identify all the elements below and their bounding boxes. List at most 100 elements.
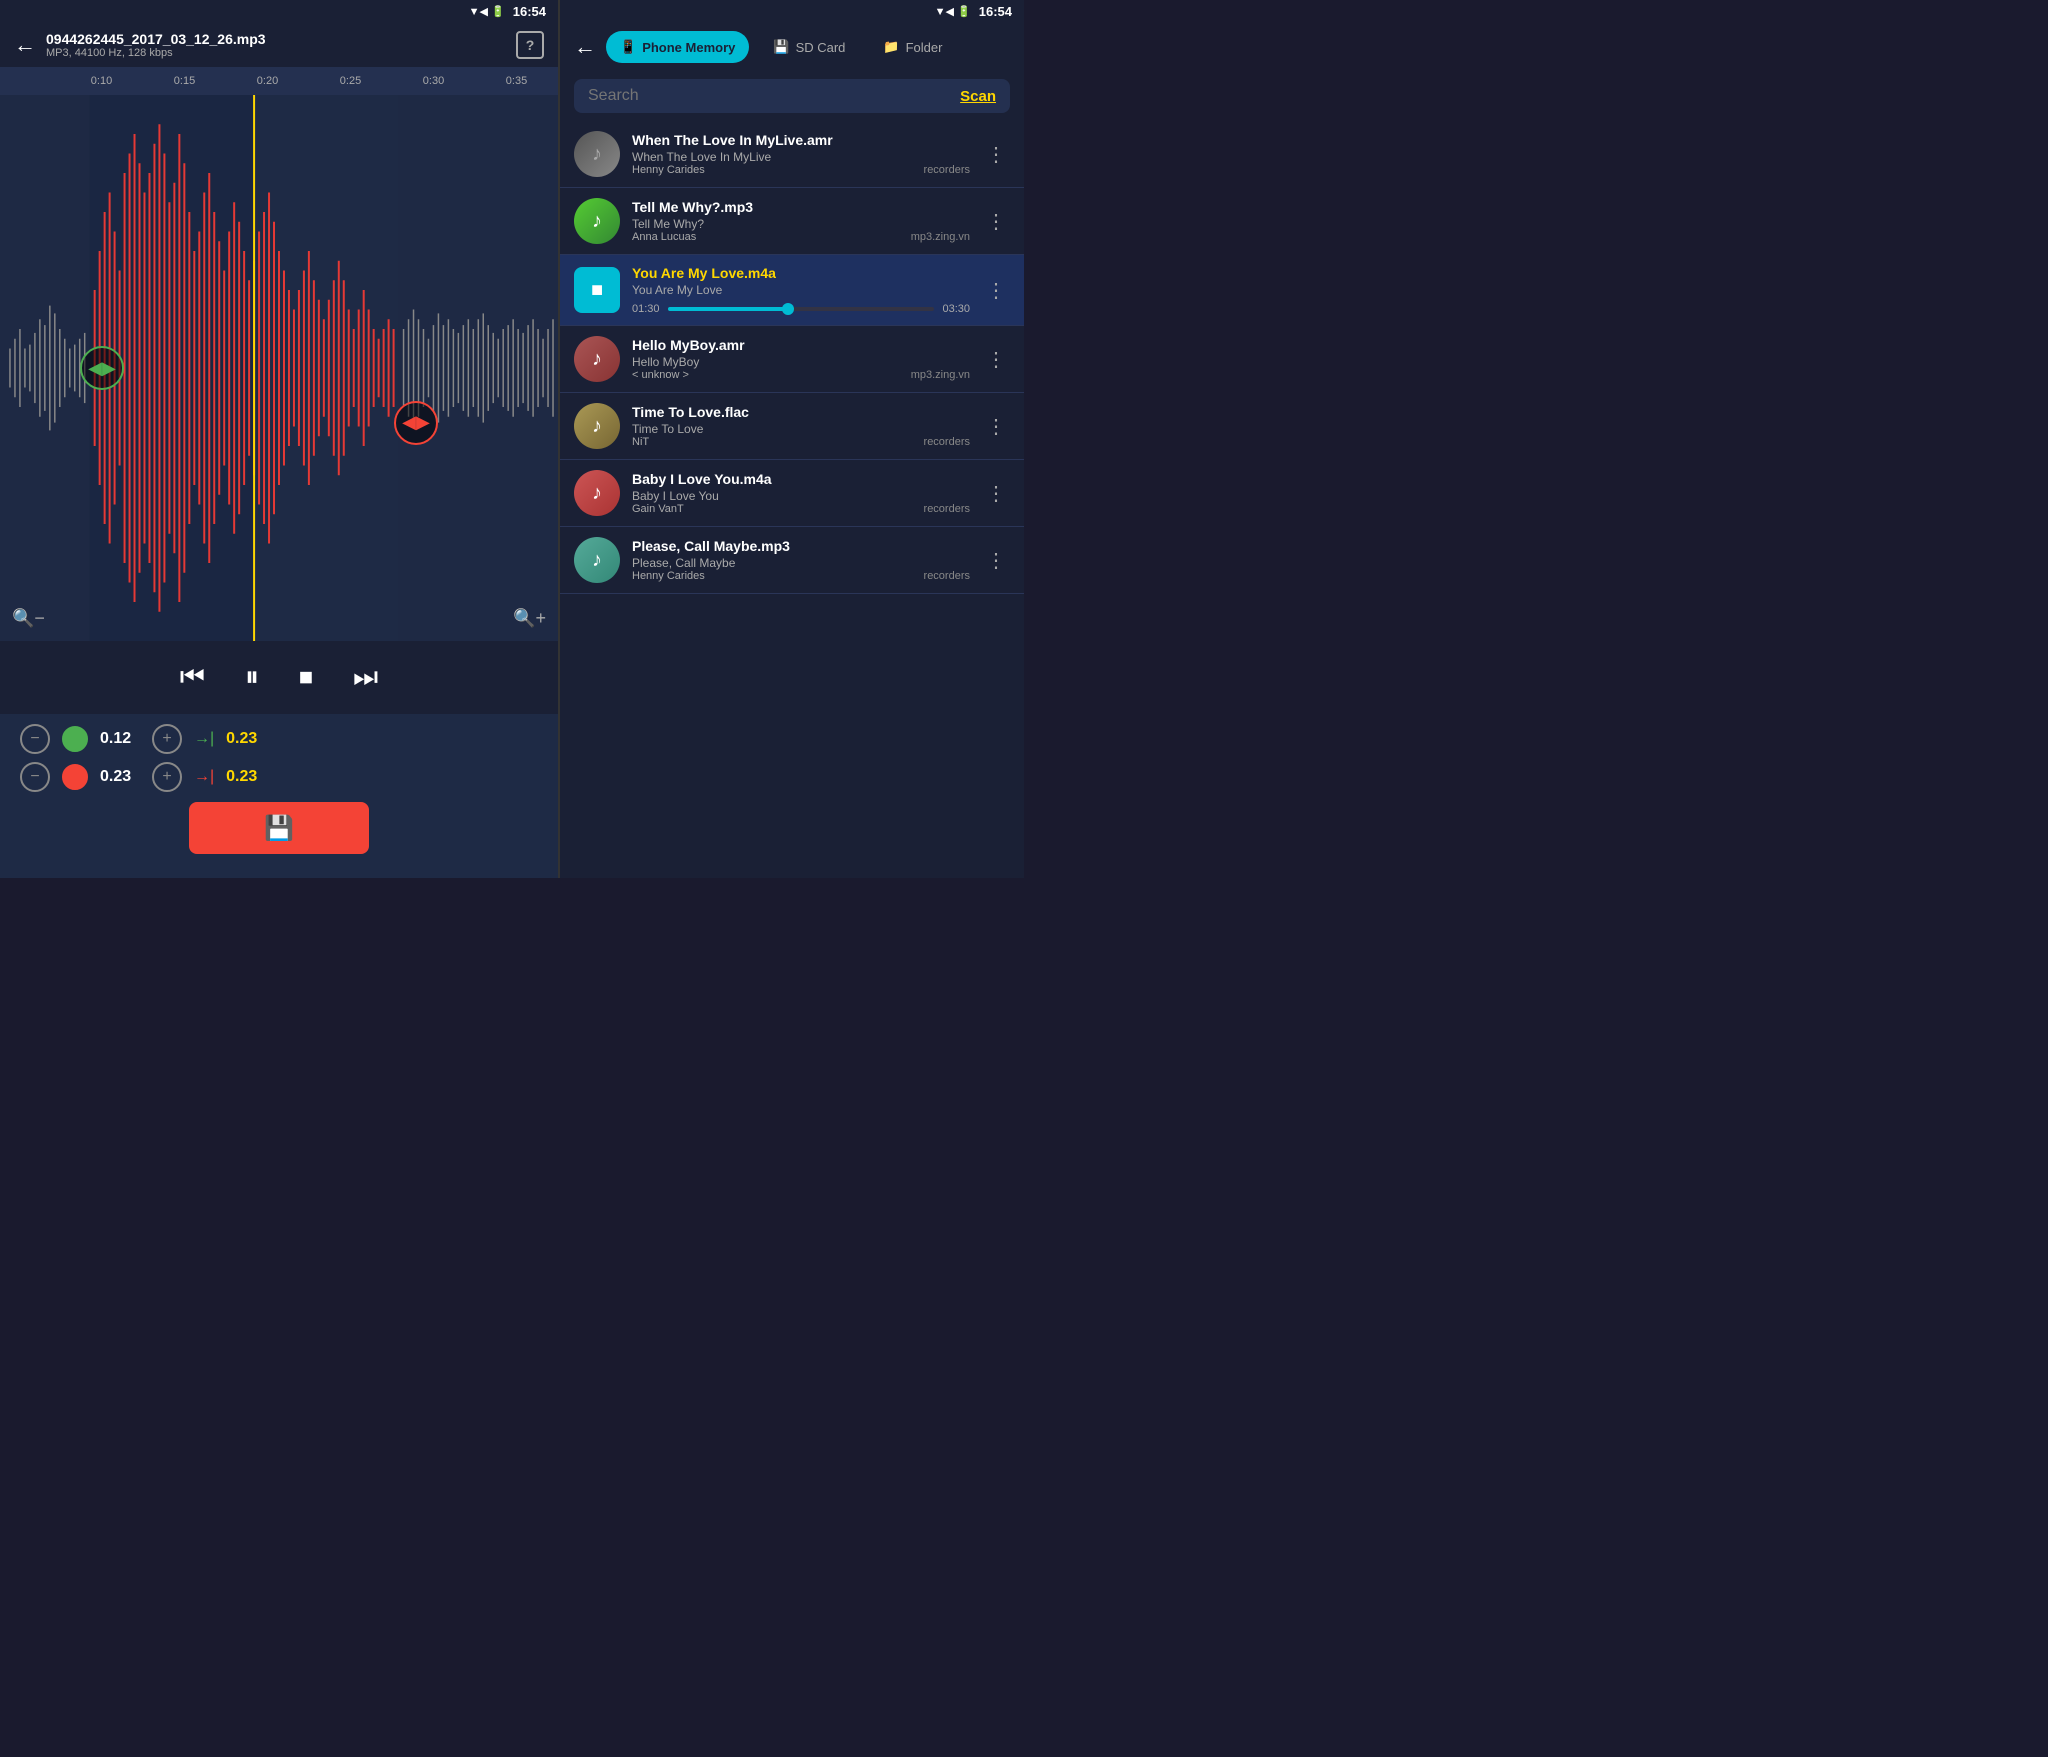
right-handle-icon: ◀▶	[402, 412, 430, 433]
more-button-1[interactable]: ⋮	[982, 142, 1010, 167]
pause-button[interactable]: ⏸	[245, 661, 259, 694]
forward-button[interactable]: ⏭	[353, 661, 378, 694]
song-source-1: recorders	[924, 164, 970, 176]
song-artist-4: < unknow >	[632, 369, 689, 381]
left-trim-handle[interactable]: ◀▶	[80, 346, 124, 390]
start-trim-minus[interactable]: −	[20, 724, 50, 754]
song-meta-2: Anna Lucuas mp3.zing.vn	[632, 231, 970, 243]
song-item-2[interactable]: ♪ Tell Me Why?.mp3 Tell Me Why? Anna Luc…	[560, 188, 1024, 255]
rewind-button[interactable]: ⏮	[180, 661, 205, 694]
transport-controls: ⏮ ⏸ ⏹ ⏭	[0, 641, 558, 714]
song-info-4: Hello MyBoy.amr Hello MyBoy < unknow > m…	[632, 337, 970, 381]
phone-memory-label: Phone Memory	[642, 40, 735, 55]
song-subtitle-2: Tell Me Why?	[632, 217, 970, 231]
end-trim-row: − 0.23 + →| 0.23	[20, 762, 538, 792]
tab-sd-card[interactable]: 💾 SD Card	[759, 31, 859, 63]
song-meta-5: NiT recorders	[632, 436, 970, 448]
start-trim-target: 0.23	[226, 730, 257, 748]
song-artist-7: Henny Carides	[632, 570, 705, 582]
song-meta-7: Henny Carides recorders	[632, 570, 970, 582]
start-trim-value: 0.12	[100, 730, 140, 748]
end-trim-plus[interactable]: +	[152, 762, 182, 792]
waveform-area[interactable]: ◀▶ ◀▶ 🔍− 🔍+	[0, 95, 558, 641]
time-display-left: 16:54	[513, 4, 546, 19]
left-handle-icon: ◀▶	[88, 358, 116, 379]
ruler-2: 0:20	[226, 75, 309, 87]
edit-controls: − 0.12 + →| 0.23 − 0.23 + →| 0.23 💾	[0, 714, 558, 878]
progress-dot-3	[782, 303, 794, 315]
tab-phone-memory[interactable]: 📱 Phone Memory	[606, 31, 749, 63]
song-avatar-1: ♪	[574, 131, 620, 177]
end-trim-minus[interactable]: −	[20, 762, 50, 792]
scan-button[interactable]: Scan	[960, 88, 996, 105]
zoom-out-button[interactable]: 🔍−	[12, 608, 45, 629]
ruler-3: 0:25	[309, 75, 392, 87]
more-button-5[interactable]: ⋮	[982, 414, 1010, 439]
sd-card-label: SD Card	[796, 40, 846, 55]
end-trim-target: 0.23	[226, 768, 257, 786]
song-source-2: mp3.zing.vn	[911, 231, 970, 243]
song-item-3[interactable]: ■ You Are My Love.m4a You Are My Love 01…	[560, 255, 1024, 326]
zoom-in-button[interactable]: 🔍+	[513, 608, 546, 629]
song-item-5[interactable]: ♪ Time To Love.flac Time To Love NiT rec…	[560, 393, 1024, 460]
stop-button[interactable]: ⏹	[299, 661, 313, 694]
status-icons-right: ▼◀ 🔋	[935, 5, 971, 18]
start-trim-row: − 0.12 + →| 0.23	[20, 724, 538, 754]
song-title-6: Baby I Love You.m4a	[632, 471, 970, 487]
header-left: ← 0944262445_2017_03_12_26.mp3 MP3, 4410…	[0, 23, 558, 67]
song-meta-4: < unknow > mp3.zing.vn	[632, 369, 970, 381]
song-info-5: Time To Love.flac Time To Love NiT recor…	[632, 404, 970, 448]
song-item-6[interactable]: ♪ Baby I Love You.m4a Baby I Love You Ga…	[560, 460, 1024, 527]
song-title-playing-3: You Are My Love.m4a	[632, 265, 970, 281]
save-button[interactable]: 💾	[189, 802, 369, 854]
more-button-7[interactable]: ⋮	[982, 548, 1010, 573]
end-trim-arrow: →|	[194, 768, 214, 786]
song-item-1[interactable]: ♪ When The Love In MyLive.amr When The L…	[560, 121, 1024, 188]
file-meta: MP3, 44100 Hz, 128 kbps	[46, 47, 506, 59]
progress-fill-3	[668, 307, 788, 311]
start-trim-plus[interactable]: +	[152, 724, 182, 754]
song-avatar-5: ♪	[574, 403, 620, 449]
status-icons-left: ▼◀ 🔋	[469, 5, 505, 18]
more-button-6[interactable]: ⋮	[982, 481, 1010, 506]
tab-folder[interactable]: 📁 Folder	[869, 31, 956, 63]
search-bar: Scan	[574, 79, 1010, 113]
phone-icon: 📱	[620, 39, 636, 55]
back-button-right[interactable]: ←	[574, 34, 596, 60]
time-total-3: 03:30	[942, 303, 970, 315]
more-button-4[interactable]: ⋮	[982, 347, 1010, 372]
song-info-3: You Are My Love.m4a You Are My Love 01:3…	[632, 265, 970, 315]
right-panel: ▼◀ 🔋 16:54 ← 📱 Phone Memory 💾 SD Card 📁 …	[560, 0, 1024, 878]
time-current-3: 01:30	[632, 303, 660, 315]
song-subtitle-4: Hello MyBoy	[632, 355, 970, 369]
timeline-ruler: 0:10 0:15 0:20 0:25 0:30 0:35	[0, 67, 558, 95]
song-meta-6: Gain VanT recorders	[632, 503, 970, 515]
song-item-7[interactable]: ♪ Please, Call Maybe.mp3 Please, Call Ma…	[560, 527, 1024, 594]
end-trim-indicator	[62, 764, 88, 790]
progress-bar-3[interactable]	[668, 307, 935, 311]
song-source-4: mp3.zing.vn	[911, 369, 970, 381]
start-trim-arrow: →|	[194, 730, 214, 748]
ruler-5: 0:35	[475, 75, 558, 87]
file-name: 0944262445_2017_03_12_26.mp3	[46, 31, 506, 47]
song-source-7: recorders	[924, 570, 970, 582]
song-title-5: Time To Love.flac	[632, 404, 970, 420]
help-button[interactable]: ?	[516, 31, 544, 59]
song-item-4[interactable]: ♪ Hello MyBoy.amr Hello MyBoy < unknow >…	[560, 326, 1024, 393]
song-list: ♪ When The Love In MyLive.amr When The L…	[560, 121, 1024, 878]
song-artist-2: Anna Lucuas	[632, 231, 696, 243]
song-artist-6: Gain VanT	[632, 503, 684, 515]
search-input[interactable]	[588, 87, 950, 105]
song-subtitle-5: Time To Love	[632, 422, 970, 436]
right-trim-handle[interactable]: ◀▶	[394, 401, 438, 445]
more-button-3[interactable]: ⋮	[982, 278, 1010, 303]
song-source-6: recorders	[924, 503, 970, 515]
song-avatar-playing-3: ■	[574, 267, 620, 313]
song-avatar-7: ♪	[574, 537, 620, 583]
start-trim-indicator	[62, 726, 88, 752]
back-button-left[interactable]: ←	[14, 32, 36, 58]
song-subtitle-1: When The Love In MyLive	[632, 150, 970, 164]
song-title-7: Please, Call Maybe.mp3	[632, 538, 970, 554]
more-button-2[interactable]: ⋮	[982, 209, 1010, 234]
song-avatar-6: ♪	[574, 470, 620, 516]
